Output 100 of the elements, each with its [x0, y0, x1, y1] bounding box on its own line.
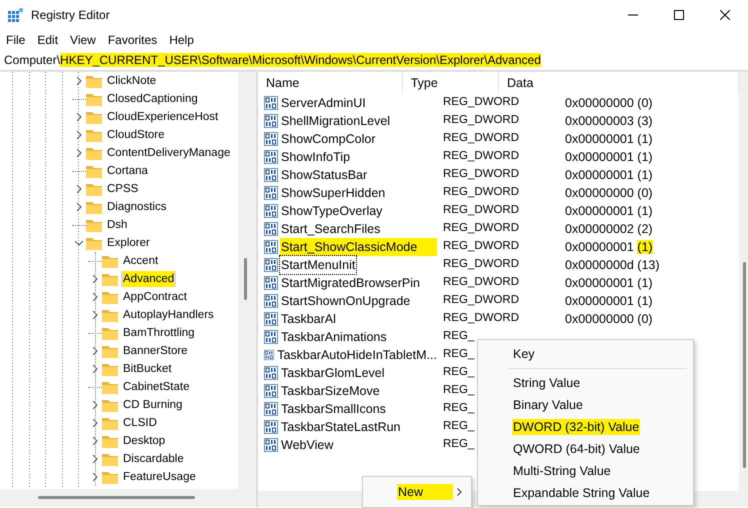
tree-item[interactable]: AppContract: [121, 289, 189, 305]
folder-icon: [102, 326, 118, 340]
menu-item[interactable]: QWORD (64-bit) Value: [478, 438, 693, 460]
value-name[interactable]: ShowSuperHidden: [280, 184, 386, 202]
expand-icon[interactable]: [91, 347, 99, 355]
data-cell-text: 0x00000001 (1): [564, 130, 653, 148]
menu-item[interactable]: Expandable String Value: [478, 482, 693, 504]
value-name[interactable]: StartMenuInit: [280, 256, 356, 274]
data-cell-text: 0x00000000 (0): [564, 310, 653, 328]
folder-icon: [86, 128, 102, 142]
tree-item[interactable]: Diagnostics: [105, 199, 168, 215]
tree-item[interactable]: Desktop: [121, 433, 168, 449]
menu-item[interactable]: Multi-String Value: [478, 460, 693, 482]
column-header[interactable]: Name: [258, 72, 403, 94]
tree-item[interactable]: CloudStore: [105, 127, 167, 143]
tree-item[interactable]: CD Burning: [121, 397, 184, 413]
tree-item[interactable]: Explorer: [105, 235, 152, 251]
data-cell-text: 0x00000001 (1): [564, 274, 653, 292]
scrollbar-thumb[interactable]: [244, 258, 247, 300]
value-name[interactable]: StartMigratedBrowserPin: [280, 274, 421, 292]
expand-icon[interactable]: [91, 311, 99, 319]
value-name[interactable]: ShowCompColor: [280, 130, 376, 148]
menu-item[interactable]: View: [64, 30, 102, 50]
value-name[interactable]: TaskbarAutoHideInTabletM...: [276, 346, 438, 364]
menu-item[interactable]: Edit: [31, 30, 64, 50]
data-cell-text: 0x00000001 (1): [564, 166, 653, 184]
binary-value-icon: [264, 114, 278, 128]
expand-icon[interactable]: [91, 455, 99, 463]
value-name[interactable]: Start_ShowClassicMode: [280, 238, 438, 256]
value-name[interactable]: ShowInfoTip: [280, 148, 352, 166]
folder-icon: [102, 452, 118, 466]
tree-item[interactable]: AutoplayHandlers: [121, 307, 216, 323]
column-header[interactable]: Type: [402, 72, 500, 94]
tree-item[interactable]: ClosedCaptioning: [105, 91, 200, 107]
tree-item[interactable]: ClickNote: [105, 73, 158, 89]
expand-icon[interactable]: [75, 149, 83, 157]
binary-value-icon: [264, 348, 274, 362]
tree-item[interactable]: Advanced: [121, 271, 176, 287]
type-cell: REG_: [443, 348, 474, 360]
close-icon: [720, 10, 730, 20]
value-name[interactable]: TaskbarAnimations: [280, 328, 388, 346]
column-header[interactable]: Data: [499, 72, 739, 94]
scrollbar-thumb[interactable]: [38, 496, 195, 499]
value-name[interactable]: Start_SearchFiles: [280, 220, 382, 238]
address-bar[interactable]: Computer\HKEY_CURRENT_USER\Software\Microsoft\Windows\CurrentVersion\Explorer\Advanced: [0, 50, 748, 71]
tree-item[interactable]: CabinetState: [121, 379, 192, 395]
expand-icon[interactable]: [91, 293, 99, 301]
collapse-icon[interactable]: [75, 239, 83, 247]
expand-icon[interactable]: [91, 473, 99, 481]
expand-icon[interactable]: [91, 401, 99, 409]
expand-icon[interactable]: [75, 185, 83, 193]
menu-item[interactable]: Key: [478, 343, 693, 365]
type-cell: REG_: [443, 438, 474, 450]
binary-value-icon: [264, 222, 278, 236]
value-name[interactable]: TaskbarStateLastRun: [280, 418, 402, 436]
type-cell: REG_: [443, 330, 474, 342]
expand-icon[interactable]: [91, 275, 99, 283]
menu-item[interactable]: String Value: [478, 372, 693, 394]
menu-item[interactable]: File: [0, 30, 32, 50]
menu-item[interactable]: Help: [163, 30, 200, 50]
tree-item[interactable]: Dsh: [105, 217, 130, 233]
tree-item[interactable]: FeatureUsage: [121, 469, 198, 485]
value-name[interactable]: TaskbarSmallIcons: [280, 400, 387, 418]
type-cell: REG_DWORD: [443, 150, 520, 162]
scrollbar-thumb[interactable]: [743, 262, 746, 468]
tree-item[interactable]: BitBucket: [121, 361, 174, 377]
value-name[interactable]: WebView: [280, 436, 334, 454]
maximize-icon: [674, 10, 684, 20]
value-name[interactable]: TaskbarGlomLevel: [280, 364, 386, 382]
value-name[interactable]: TaskbarAl: [280, 310, 337, 328]
menu-item[interactable]: Favorites: [102, 30, 164, 50]
value-name[interactable]: ServerAdminUI: [280, 94, 367, 112]
expand-icon[interactable]: [91, 419, 99, 427]
type-cell: REG_DWORD: [443, 312, 520, 324]
tree-item[interactable]: BamThrottling: [121, 325, 197, 341]
value-name[interactable]: TaskbarSizeMove: [280, 382, 381, 400]
expand-icon[interactable]: [91, 365, 99, 373]
value-name[interactable]: ShowStatusBar: [280, 166, 368, 184]
tree-item[interactable]: CLSID: [121, 415, 159, 431]
tree-item[interactable]: Discardable: [121, 451, 186, 467]
expand-icon[interactable]: [91, 437, 99, 445]
menu-item[interactable]: DWORD (32-bit) Value: [478, 416, 693, 438]
value-name[interactable]: StartShownOnUpgrade: [280, 292, 412, 310]
expand-icon[interactable]: [75, 113, 83, 121]
expand-icon[interactable]: [75, 203, 83, 211]
expand-icon[interactable]: [75, 131, 83, 139]
value-name[interactable]: ShellMigrationLevel: [280, 112, 392, 130]
tree-item[interactable]: BannerStore: [121, 343, 190, 359]
folder-icon: [86, 110, 102, 124]
tree-item[interactable]: ContentDeliveryManage: [105, 145, 232, 161]
tree-item[interactable]: CloudExperienceHost: [105, 109, 220, 125]
menu-item[interactable]: Binary Value: [478, 394, 693, 416]
folder-icon: [102, 344, 118, 358]
tree-item[interactable]: CPSS: [105, 181, 140, 197]
expand-icon[interactable]: [75, 77, 83, 85]
tree-item[interactable]: Accent: [121, 253, 160, 269]
value-name[interactable]: ShowTypeOverlay: [280, 202, 384, 220]
binary-value-icon: [264, 402, 278, 416]
folder-icon: [86, 218, 102, 232]
tree-item[interactable]: Cortana: [105, 163, 150, 179]
